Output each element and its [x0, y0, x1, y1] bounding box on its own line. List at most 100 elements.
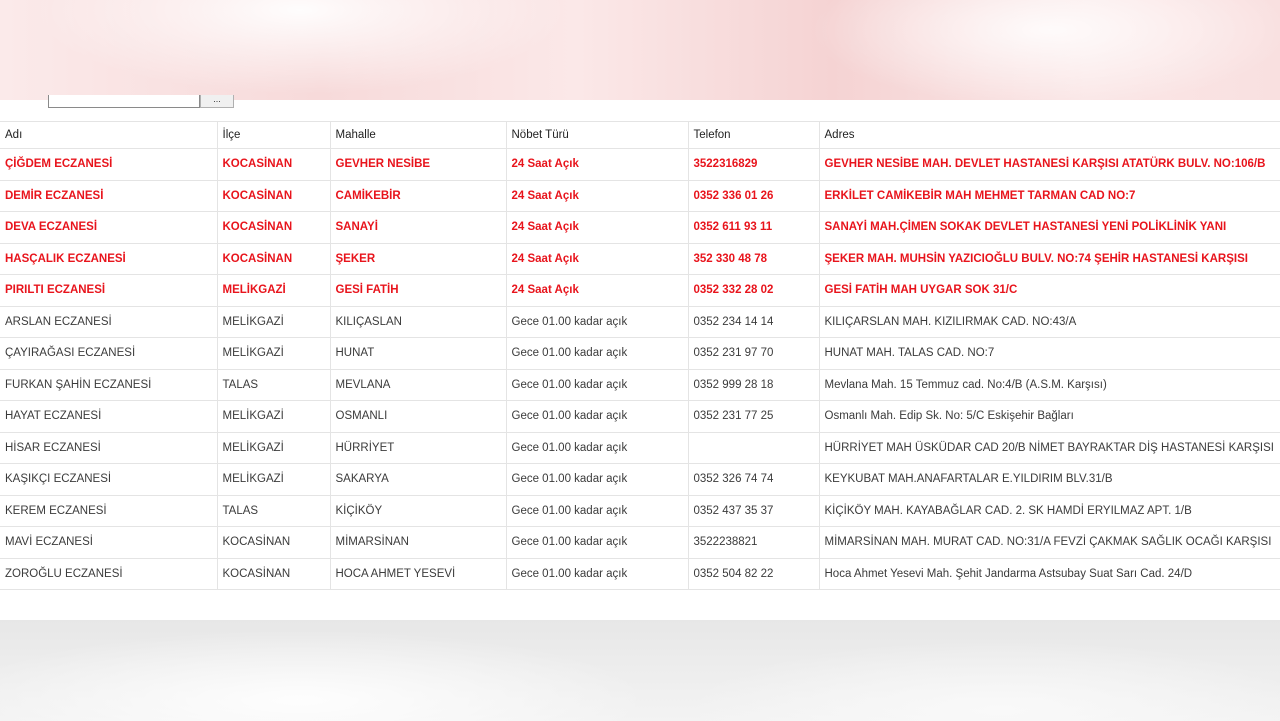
table-row: FURKAN ŞAHİN ECZANESİ TALAS MEVLANA Gece… — [0, 368, 1280, 401]
cell-name: MAVİ ECZANESİ — [0, 526, 218, 558]
cell-neighborhood: KİÇİKÖY — [330, 494, 507, 527]
cell-neighborhood: MİMARSİNAN — [330, 526, 507, 558]
table-header-row: Adı İlçe Mahalle Nöbet Türü Telefon Adre… — [0, 121, 1280, 149]
cell-duty-type: Gece 01.00 kadar açık — [506, 431, 689, 464]
cell-phone: 0352 999 28 18 — [688, 368, 820, 401]
header-district[interactable]: İlçe — [217, 121, 331, 149]
cell-phone: 0352 231 77 25 — [688, 400, 820, 432]
cell-address: ERKİLET CAMİKEBİR MAH MEHMET TARMAN CAD … — [819, 179, 1280, 212]
filter-bar: ... — [48, 95, 234, 111]
header-address[interactable]: Adres — [819, 121, 1280, 149]
cell-district: KOCASİNAN — [217, 179, 331, 212]
table-row: ÇİĞDEM ECZANESİ KOCASİNAN GEVHER NESİBE … — [0, 148, 1280, 180]
cell-duty-type: Gece 01.00 kadar açık — [506, 494, 689, 527]
cell-address: Osmanlı Mah. Edip Sk. No: 5/C Eskişehir … — [819, 400, 1280, 432]
table-row: HİSAR ECZANESİ MELİKGAZİ HÜRRİYET Gece 0… — [0, 431, 1280, 464]
cell-address: MİMARSİNAN MAH. MURAT CAD. NO:31/A FEVZİ… — [819, 526, 1280, 558]
cell-neighborhood: GESİ FATİH — [330, 274, 507, 306]
cell-address: Mevlana Mah. 15 Temmuz cad. No:4/B (A.S.… — [819, 368, 1280, 401]
cell-address: Hoca Ahmet Yesevi Mah. Şehit Jandarma As… — [819, 557, 1280, 590]
table-row: HAYAT ECZANESİ MELİKGAZİ OSMANLI Gece 01… — [0, 400, 1280, 432]
cell-district: KOCASİNAN — [217, 211, 331, 243]
cell-duty-type: Gece 01.00 kadar açık — [506, 368, 689, 401]
cell-phone: 0352 437 35 37 — [688, 494, 820, 527]
cell-phone: 3522238821 — [688, 526, 820, 558]
cell-phone: 0352 326 74 74 — [688, 463, 820, 495]
cell-neighborhood: SANAYİ — [330, 211, 507, 243]
cell-duty-type: Gece 01.00 kadar açık — [506, 305, 689, 338]
header-neighborhood[interactable]: Mahalle — [330, 121, 507, 149]
cell-district: TALAS — [217, 368, 331, 401]
cell-name: KEREM ECZANESİ — [0, 494, 218, 527]
cell-duty-type: Gece 01.00 kadar açık — [506, 463, 689, 495]
cell-district: KOCASİNAN — [217, 148, 331, 180]
cell-phone: 0352 611 93 11 — [688, 211, 820, 243]
main-content: ... Adı İlçe Mahalle Nöbet Türü Telefon … — [0, 95, 1280, 620]
cell-neighborhood: GEVHER NESİBE — [330, 148, 507, 180]
cell-district: TALAS — [217, 494, 331, 527]
cell-address: HUNAT MAH. TALAS CAD. NO:7 — [819, 337, 1280, 369]
filter-button[interactable]: ... — [200, 95, 234, 108]
cell-neighborhood: CAMİKEBİR — [330, 179, 507, 212]
header-duty-type[interactable]: Nöbet Türü — [506, 121, 689, 149]
cell-district: MELİKGAZİ — [217, 337, 331, 369]
cell-duty-type: 24 Saat Açık — [506, 179, 689, 212]
cell-phone: 0352 231 97 70 — [688, 337, 820, 369]
table-row: HASÇALIK ECZANESİ KOCASİNAN ŞEKER 24 Saa… — [0, 242, 1280, 275]
cell-name: KAŞIKÇI ECZANESİ — [0, 463, 218, 495]
cell-duty-type: 24 Saat Açık — [506, 211, 689, 243]
cell-name: ÇAYIRAĞASI ECZANESİ — [0, 337, 218, 369]
cell-name: ARSLAN ECZANESİ — [0, 305, 218, 338]
cell-address: KILIÇARSLAN MAH. KIZILIRMAK CAD. NO:43/A — [819, 305, 1280, 338]
table-row: ÇAYIRAĞASI ECZANESİ MELİKGAZİ HUNAT Gece… — [0, 337, 1280, 369]
pharmacy-table: Adı İlçe Mahalle Nöbet Türü Telefon Adre… — [0, 121, 1280, 590]
cell-duty-type: Gece 01.00 kadar açık — [506, 337, 689, 369]
cell-district: KOCASİNAN — [217, 242, 331, 275]
cell-address: GESİ FATİH MAH UYGAR SOK 31/C — [819, 274, 1280, 306]
filter-input[interactable] — [48, 95, 200, 108]
cell-address: KİÇİKÖY MAH. KAYABAĞLAR CAD. 2. SK HAMDİ… — [819, 494, 1280, 527]
bottom-band — [0, 620, 1280, 721]
cell-phone: 3522316829 — [688, 148, 820, 180]
header-name[interactable]: Adı — [0, 121, 218, 149]
table-row: ZOROĞLU ECZANESİ KOCASİNAN HOCA AHMET YE… — [0, 557, 1280, 590]
cell-district: KOCASİNAN — [217, 557, 331, 590]
cell-neighborhood: HUNAT — [330, 337, 507, 369]
cell-district: MELİKGAZİ — [217, 463, 331, 495]
header-phone[interactable]: Telefon — [688, 121, 820, 149]
table-row: DEMİR ECZANESİ KOCASİNAN CAMİKEBİR 24 Sa… — [0, 179, 1280, 212]
cell-name: HAYAT ECZANESİ — [0, 400, 218, 432]
cell-phone: 0352 504 82 22 — [688, 557, 820, 590]
cell-address: HÜRRİYET MAH ÜSKÜDAR CAD 20/B NİMET BAYR… — [819, 431, 1280, 464]
cell-duty-type: 24 Saat Açık — [506, 274, 689, 306]
cell-neighborhood: KILIÇASLAN — [330, 305, 507, 338]
cell-neighborhood: HOCA AHMET YESEVİ — [330, 557, 507, 590]
cell-name: HİSAR ECZANESİ — [0, 431, 218, 464]
cell-address: ŞEKER MAH. MUHSİN YAZICIOĞLU BULV. NO:74… — [819, 242, 1280, 275]
cell-neighborhood: HÜRRİYET — [330, 431, 507, 464]
cell-phone: 0352 336 01 26 — [688, 179, 820, 212]
cell-name: DEMİR ECZANESİ — [0, 179, 218, 212]
table-row: KAŞIKÇI ECZANESİ MELİKGAZİ SAKARYA Gece … — [0, 463, 1280, 495]
cell-district: MELİKGAZİ — [217, 431, 331, 464]
cell-name: FURKAN ŞAHİN ECZANESİ — [0, 368, 218, 401]
cell-district: MELİKGAZİ — [217, 400, 331, 432]
cell-duty-type: Gece 01.00 kadar açık — [506, 400, 689, 432]
cell-district: KOCASİNAN — [217, 526, 331, 558]
cell-duty-type: Gece 01.00 kadar açık — [506, 557, 689, 590]
table-row: KEREM ECZANESİ TALAS KİÇİKÖY Gece 01.00 … — [0, 494, 1280, 527]
cell-address: SANAYİ MAH.ÇİMEN SOKAK DEVLET HASTANESİ … — [819, 211, 1280, 243]
cell-phone: 0352 234 14 14 — [688, 305, 820, 338]
table-row: ARSLAN ECZANESİ MELİKGAZİ KILIÇASLAN Gec… — [0, 305, 1280, 338]
cell-neighborhood: MEVLANA — [330, 368, 507, 401]
cell-duty-type: Gece 01.00 kadar açık — [506, 526, 689, 558]
cell-neighborhood: ŞEKER — [330, 242, 507, 275]
cell-district: MELİKGAZİ — [217, 305, 331, 338]
cell-name: DEVA ECZANESİ — [0, 211, 218, 243]
cell-phone: 0352 332 28 02 — [688, 274, 820, 306]
cell-name: PIRILTI ECZANESİ — [0, 274, 218, 306]
cell-address: GEVHER NESİBE MAH. DEVLET HASTANESİ KARŞ… — [819, 148, 1280, 180]
table-row: MAVİ ECZANESİ KOCASİNAN MİMARSİNAN Gece … — [0, 526, 1280, 558]
cell-neighborhood: OSMANLI — [330, 400, 507, 432]
cell-name: ÇİĞDEM ECZANESİ — [0, 148, 218, 180]
